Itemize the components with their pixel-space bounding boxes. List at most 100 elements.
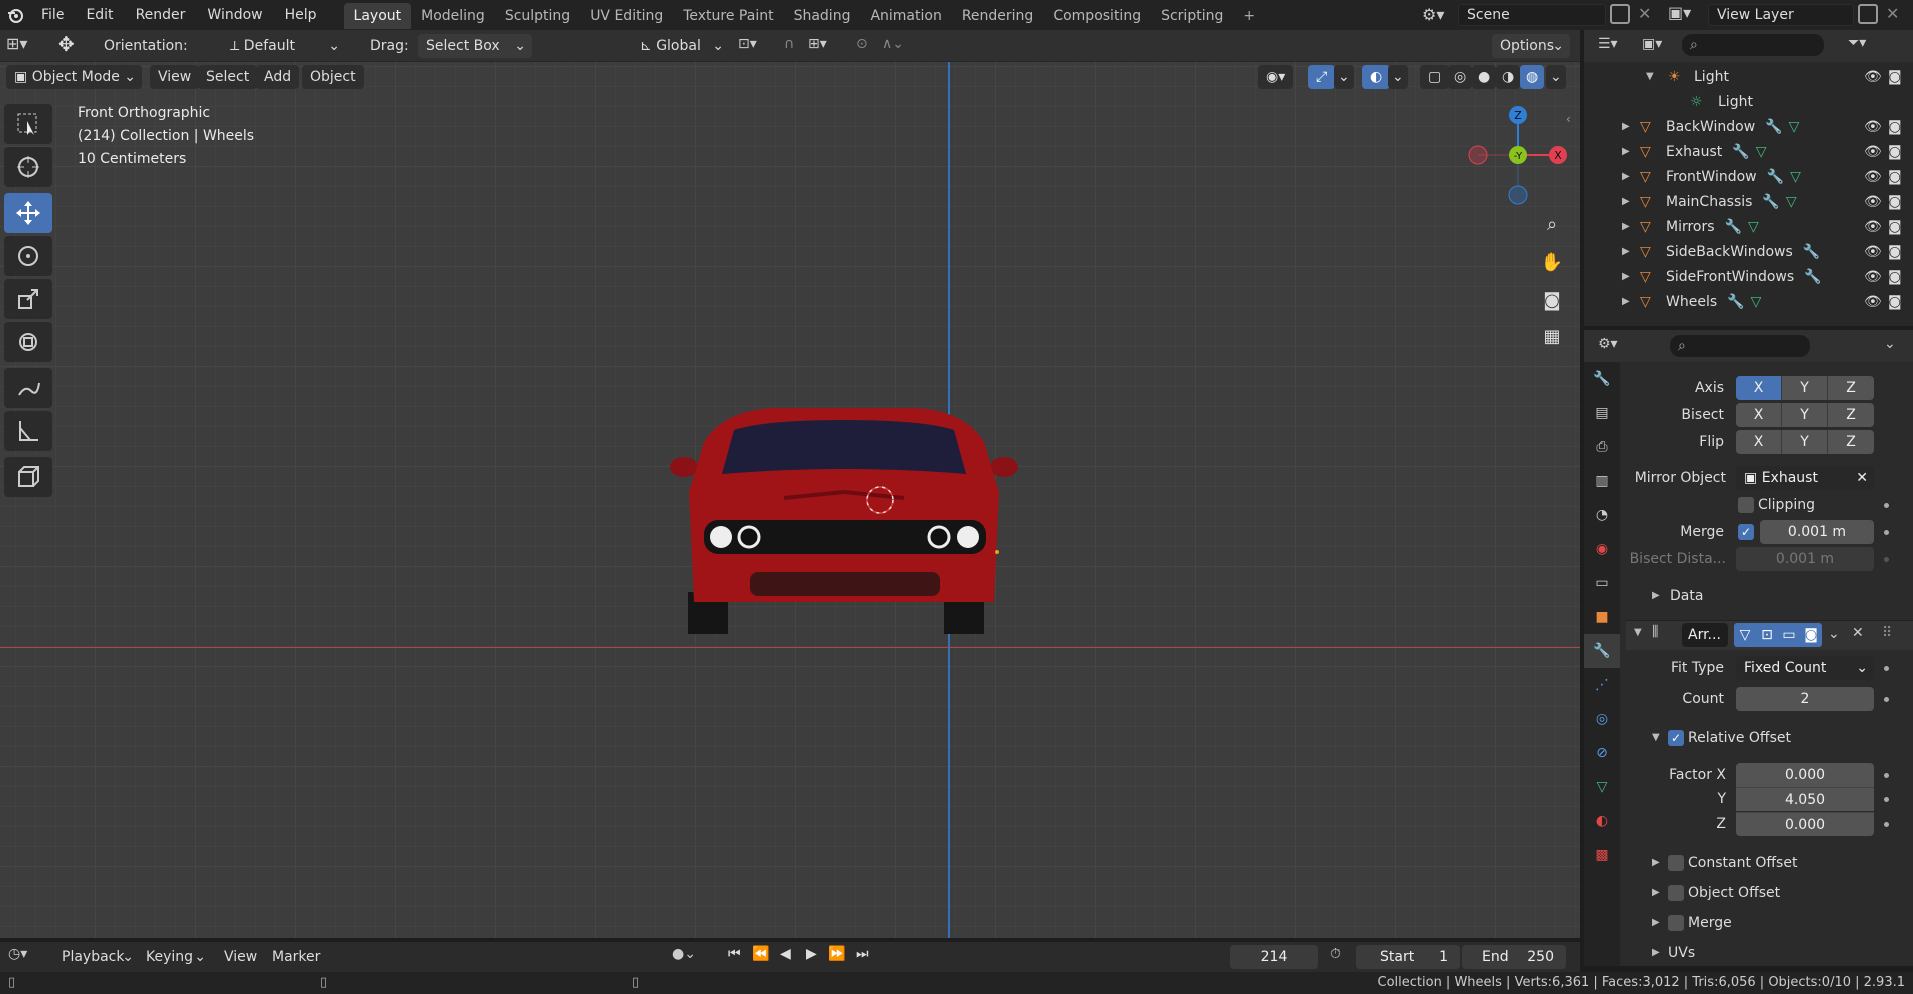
mesh-data-icon[interactable]: ▽: [1748, 219, 1759, 235]
outliner-item-mainchassis[interactable]: ▶ ▽ MainChassis 🔧 ▽ 👁 ◙: [1584, 189, 1913, 214]
outliner-item-sidebackwindows[interactable]: ▶ ▽ SideBackWindows 🔧 👁 ◙: [1584, 239, 1913, 264]
add-cube-tool-icon[interactable]: [4, 457, 52, 497]
uvs-label[interactable]: UVs: [1668, 941, 1695, 965]
animate-dot-icon[interactable]: [1884, 797, 1889, 802]
data-subpanel-arrow-icon[interactable]: ▶: [1652, 590, 1660, 601]
mirror-object-field[interactable]: ▣ Exhaust ✕: [1736, 466, 1874, 490]
on-cage-icon[interactable]: ⊡: [1756, 623, 1778, 647]
jump-start-icon[interactable]: ⏮: [728, 946, 741, 962]
3d-viewport[interactable]: [0, 62, 1580, 938]
measure-tool-icon[interactable]: [4, 411, 52, 451]
relative-offset-checkbox[interactable]: ✓: [1668, 730, 1684, 746]
visibility-eye-icon[interactable]: 👁: [1864, 269, 1882, 285]
modifier-wrench-icon[interactable]: 🔧: [1727, 294, 1744, 310]
array-modifier-name[interactable]: Arr...: [1682, 623, 1728, 647]
shading-material-icon[interactable]: ◑: [1496, 65, 1521, 89]
constant-offset-arrow-icon[interactable]: ▶: [1652, 857, 1660, 868]
play-reverse-icon[interactable]: ◀: [780, 946, 791, 962]
menu-add[interactable]: Add: [256, 65, 300, 89]
expand-arrow-icon[interactable]: ▶: [1622, 196, 1636, 207]
add-workspace-icon[interactable]: +: [1233, 3, 1265, 29]
snap-target-icon[interactable]: ⊞▾: [808, 36, 827, 52]
visibility-eye-icon[interactable]: 👁: [1864, 244, 1882, 260]
count-field[interactable]: 2: [1736, 687, 1874, 711]
animate-dot-icon[interactable]: [1884, 822, 1889, 827]
shading-solid-icon[interactable]: ●: [1472, 65, 1497, 89]
render-camera-icon[interactable]: ◙: [1888, 219, 1902, 235]
physics-tab-icon[interactable]: ◎: [1584, 702, 1620, 736]
visibility-eye-icon[interactable]: 👁: [1864, 294, 1882, 310]
render-camera-icon[interactable]: ◙: [1888, 194, 1902, 210]
playback-dropdown[interactable]: Playback ⌄: [54, 945, 138, 969]
stopwatch-icon[interactable]: ⏱: [1330, 946, 1341, 962]
remove-view-layer-icon[interactable]: ✕: [1886, 4, 1899, 23]
gizmo-dropdown-icon[interactable]: ⌄: [1334, 65, 1354, 89]
array-merge-arrow-icon[interactable]: ▶: [1652, 917, 1660, 928]
visibility-eye-icon[interactable]: 👁: [1864, 69, 1882, 85]
render-camera-icon[interactable]: ◙: [1888, 294, 1902, 310]
menu-object[interactable]: Object: [302, 65, 364, 89]
modifier-wrench-icon[interactable]: 🔧: [1804, 269, 1821, 285]
visibility-eye-icon[interactable]: 👁: [1864, 119, 1882, 135]
ortho-grid-icon[interactable]: ▦: [1534, 318, 1570, 354]
menu-render[interactable]: Render: [125, 0, 197, 30]
shading-wireframe-icon[interactable]: ◎: [1448, 65, 1473, 89]
visibility-eye-icon[interactable]: 👁: [1864, 144, 1882, 160]
bisect-y-toggle[interactable]: Y: [1782, 403, 1828, 427]
pivot-point-icon[interactable]: ⊡▾: [738, 36, 757, 52]
data-subpanel-label[interactable]: Data: [1670, 584, 1703, 608]
outliner-editor-type-icon[interactable]: ☰▾: [1598, 36, 1618, 52]
texture-tab-icon[interactable]: ▩: [1584, 838, 1620, 872]
fit-type-dropdown[interactable]: Fixed Count ⌄: [1736, 656, 1874, 680]
bisect-z-toggle[interactable]: Z: [1828, 403, 1874, 427]
modifier-wrench-icon[interactable]: 🔧: [1725, 219, 1742, 235]
expand-arrow-icon[interactable]: ▶: [1622, 271, 1636, 282]
render-camera-icon[interactable]: ◙: [1888, 69, 1902, 85]
menu-select[interactable]: Select: [198, 65, 258, 89]
sidebar-toggle-icon[interactable]: ‹: [1566, 112, 1571, 126]
tab-rendering[interactable]: Rendering: [952, 3, 1044, 29]
animate-dot-icon[interactable]: [1884, 666, 1889, 671]
render-camera-icon[interactable]: ◙: [1888, 144, 1902, 160]
select-box-tool-icon[interactable]: [4, 104, 52, 144]
material-tab-icon[interactable]: ◐: [1584, 804, 1620, 838]
world-tab-icon[interactable]: ◉: [1584, 532, 1620, 566]
gizmo-toggle-icon[interactable]: ⤢: [1308, 65, 1336, 89]
drag-handle-icon[interactable]: ⠿: [1882, 625, 1892, 641]
tab-compositing[interactable]: Compositing: [1043, 3, 1151, 29]
object-tab-icon[interactable]: ■: [1584, 600, 1620, 634]
snap-icon[interactable]: ∩: [784, 36, 794, 52]
tab-sculpting[interactable]: Sculpting: [495, 3, 580, 29]
modifier-wrench-icon[interactable]: 🔧: [1803, 244, 1820, 260]
mesh-data-icon[interactable]: ▽: [1789, 119, 1800, 135]
bisect-x-toggle[interactable]: X: [1736, 403, 1782, 427]
modifier-wrench-icon[interactable]: 🔧: [1767, 169, 1784, 185]
prev-keyframe-icon[interactable]: ⏪: [752, 946, 769, 962]
proportional-edit-icon[interactable]: ⊙: [856, 36, 868, 52]
annotate-tool-icon[interactable]: [4, 368, 52, 408]
menu-help[interactable]: Help: [274, 0, 328, 30]
drag-dropdown[interactable]: Select Box ⌄: [418, 34, 532, 58]
jump-end-icon[interactable]: ⏭: [856, 946, 869, 962]
expand-arrow-icon[interactable]: ▶: [1622, 121, 1636, 132]
mesh-data-icon[interactable]: ▽: [1790, 169, 1801, 185]
xray-toggle-icon[interactable]: ▢: [1420, 65, 1450, 89]
flip-y-toggle[interactable]: Y: [1782, 430, 1828, 454]
constant-offset-checkbox[interactable]: [1668, 855, 1684, 871]
factor-z-field[interactable]: 0.000: [1736, 812, 1874, 836]
render-icon[interactable]: ◙: [1800, 623, 1822, 647]
zoom-icon[interactable]: ⌕: [1534, 206, 1570, 242]
properties-editor-type-icon[interactable]: ⚙▾: [1598, 336, 1618, 352]
tab-texture-paint[interactable]: Texture Paint: [673, 3, 783, 29]
menu-window[interactable]: Window: [196, 0, 273, 30]
outliner-item-backwindow[interactable]: ▶ ▽ BackWindow 🔧 ▽ 👁 ◙: [1584, 114, 1913, 139]
menu-view[interactable]: View: [150, 65, 200, 89]
outliner-item-frontwindow[interactable]: ▶ ▽ FrontWindow 🔧 ▽ 👁 ◙: [1584, 164, 1913, 189]
relative-offset-arrow-icon[interactable]: ▼: [1652, 732, 1660, 743]
realtime-icon[interactable]: ▭: [1778, 623, 1800, 647]
camera-view-icon[interactable]: ◙: [1534, 282, 1570, 318]
orientation-dropdown[interactable]: ⟂ Default ⌄: [222, 34, 346, 58]
scale-tool-icon[interactable]: [4, 279, 52, 319]
bisect-distance-field[interactable]: 0.001 m: [1736, 547, 1874, 571]
properties-search-input[interactable]: ⌕: [1670, 335, 1810, 357]
